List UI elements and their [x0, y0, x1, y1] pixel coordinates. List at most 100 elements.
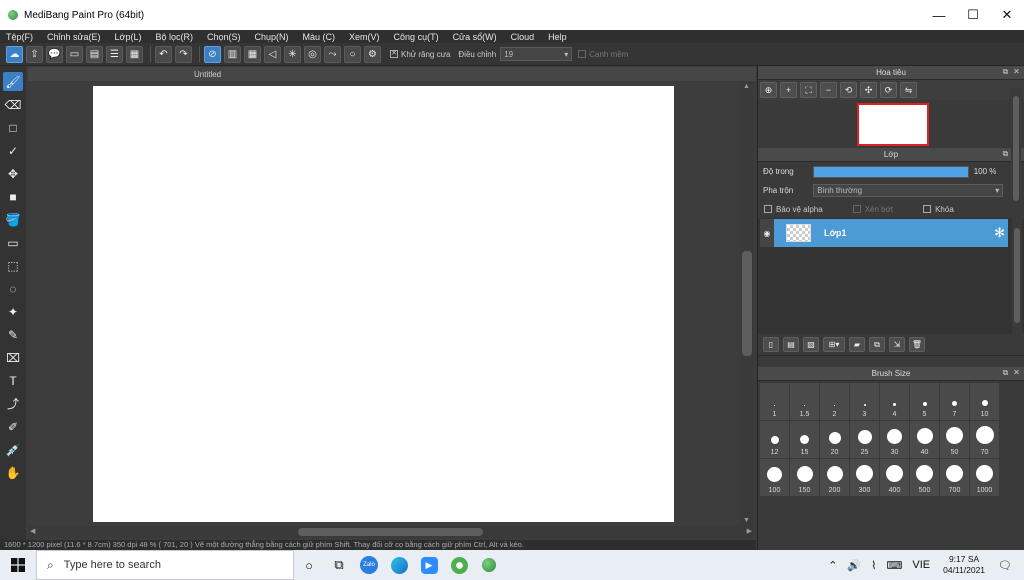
- vertical-scroll-thumb[interactable]: [742, 251, 752, 356]
- taskbar-clock[interactable]: 9:17 SA 04/11/2021: [943, 554, 985, 576]
- navigator-preview[interactable]: [758, 100, 1024, 148]
- canvas-horizontal-scrollbar[interactable]: ◀ ▶: [28, 526, 754, 538]
- zoom-fit-icon[interactable]: ⊕: [760, 82, 777, 98]
- notification-icon[interactable]: 🗨: [998, 559, 1012, 572]
- radial-snap-icon[interactable]: ✳: [284, 45, 301, 63]
- brush-size-cell[interactable]: 3: [850, 383, 879, 420]
- menu-window[interactable]: Cửa sổ(W): [453, 32, 497, 42]
- blend-mode-select[interactable]: Bình thường ▾: [813, 184, 1004, 197]
- brush-size-cell[interactable]: 4: [880, 383, 909, 420]
- undock-icon[interactable]: ⧉: [1001, 149, 1010, 159]
- brush-size-cell[interactable]: 200: [820, 459, 849, 496]
- rotate-right-icon[interactable]: ⟳: [880, 82, 897, 98]
- menu-layer[interactable]: Lớp(L): [115, 32, 142, 42]
- new-layer-icon[interactable]: ▯: [763, 337, 779, 352]
- menu-edit[interactable]: Chỉnh sửa(E): [47, 32, 101, 42]
- menu-filter[interactable]: Bộ lọc(R): [155, 32, 193, 42]
- menu-help[interactable]: Help: [548, 32, 567, 42]
- divide-tool-icon[interactable]: ✐: [3, 417, 23, 436]
- panel-close-icon[interactable]: ✕: [1012, 67, 1021, 77]
- undock-icon[interactable]: ⧉: [1001, 67, 1010, 77]
- brush-size-cell[interactable]: 40: [910, 421, 939, 458]
- zalo-icon[interactable]: Zalo: [354, 550, 384, 580]
- brush-size-cell[interactable]: 12: [760, 421, 789, 458]
- undock-icon[interactable]: ⧉: [1001, 368, 1010, 378]
- select-pen-tool-icon[interactable]: ✎: [3, 325, 23, 344]
- brush-size-cell[interactable]: 15: [790, 421, 819, 458]
- operation-tool-icon[interactable]: ⤴: [3, 394, 23, 413]
- redo-icon[interactable]: ↷: [175, 45, 192, 63]
- brush-size-cell[interactable]: 400: [880, 459, 909, 496]
- horizontal-scroll-thumb[interactable]: [298, 528, 483, 536]
- zoom-in-icon[interactable]: +: [780, 82, 797, 98]
- clipping-checkbox[interactable]: Xén bớt: [852, 205, 893, 214]
- wifi-icon[interactable]: ⌇: [871, 559, 876, 572]
- windows-start-icon[interactable]: [0, 550, 36, 580]
- menu-snap[interactable]: Chụp(N): [255, 32, 289, 42]
- snap-settings-icon[interactable]: ⚙: [364, 45, 381, 63]
- cortana-icon[interactable]: ○: [294, 550, 324, 580]
- magic-wand-tool-icon[interactable]: ✦: [3, 302, 23, 321]
- grid-snap-icon[interactable]: ▦: [244, 45, 261, 63]
- cloud-icon[interactable]: ☁: [6, 45, 23, 63]
- close-button[interactable]: ✕: [990, 0, 1024, 30]
- correction-tool-icon[interactable]: ✓: [3, 141, 23, 160]
- shape-tool-icon[interactable]: ■: [3, 187, 23, 206]
- lasso-tool-icon[interactable]: ◌: [3, 279, 23, 298]
- brush-size-cell[interactable]: 70: [970, 421, 999, 458]
- brush-size-cell[interactable]: 30: [880, 421, 909, 458]
- hand-tool-icon[interactable]: ✋: [3, 463, 23, 482]
- menu-view[interactable]: Xem(V): [349, 32, 380, 42]
- layer-list-scrollbar[interactable]: [1012, 218, 1022, 334]
- duplicate-layer-icon[interactable]: ⧉: [869, 337, 885, 352]
- add-layer-menu-icon[interactable]: ⊞▾: [823, 337, 845, 352]
- panel-close-icon[interactable]: ✕: [1012, 368, 1021, 378]
- lock-checkbox[interactable]: Khóa: [923, 205, 954, 214]
- comment-icon[interactable]: ▭: [66, 45, 83, 63]
- new-halftone-layer-icon[interactable]: ▤: [783, 337, 799, 352]
- page-list-icon[interactable]: ☰: [106, 45, 123, 63]
- layer-settings-gear-icon[interactable]: ✻: [994, 225, 1005, 241]
- text-tool-icon[interactable]: T: [3, 371, 23, 390]
- page-settings-icon[interactable]: ▦: [126, 45, 143, 63]
- new-8bit-layer-icon[interactable]: ▧: [803, 337, 819, 352]
- task-view-icon[interactable]: ⧉: [324, 550, 354, 580]
- page-icon[interactable]: ▤: [86, 45, 103, 63]
- menu-cloud[interactable]: Cloud: [511, 32, 535, 42]
- brush-size-cell[interactable]: 100: [760, 459, 789, 496]
- antialias-checkbox[interactable]: ✕ Khử răng cưa: [390, 50, 450, 59]
- medibang-taskbar-icon[interactable]: [474, 550, 504, 580]
- circle-snap-icon[interactable]: ◎: [304, 45, 321, 63]
- brush-size-cell[interactable]: 25: [850, 421, 879, 458]
- brush-size-cell[interactable]: 1000: [970, 459, 999, 496]
- menu-color[interactable]: Màu (C): [303, 32, 336, 42]
- zoom-app-icon[interactable]: ▶: [414, 550, 444, 580]
- drawing-canvas[interactable]: [93, 86, 674, 522]
- brush-size-cell[interactable]: 1.5: [790, 383, 819, 420]
- edge-browser-icon[interactable]: [384, 550, 414, 580]
- new-folder-icon[interactable]: ▰: [849, 337, 865, 352]
- chevron-up-icon[interactable]: ⌃: [828, 559, 837, 572]
- canvas-vertical-scrollbar[interactable]: ▲ ▼: [740, 81, 754, 526]
- menu-tools[interactable]: Công cụ(T): [394, 32, 439, 42]
- scroll-left-icon[interactable]: ◀: [30, 527, 35, 535]
- flip-horizontal-icon[interactable]: ⇋: [900, 82, 917, 98]
- brush-size-scrollbar[interactable]: [1011, 88, 1021, 208]
- snap-off-icon[interactable]: ⊘: [204, 45, 221, 63]
- dot-tool-icon[interactable]: □: [3, 118, 23, 137]
- menu-select[interactable]: Chọn(S): [207, 32, 241, 42]
- taskbar-search-box[interactable]: ⌕ Type here to search: [36, 550, 294, 580]
- ellipse-snap-icon[interactable]: ○: [344, 45, 361, 63]
- scroll-right-icon[interactable]: ▶: [747, 527, 752, 535]
- rotate-left-icon[interactable]: ⟲: [840, 82, 857, 98]
- parallel-snap-icon[interactable]: ▥: [224, 45, 241, 63]
- brush-size-cell[interactable]: 50: [940, 421, 969, 458]
- gradient-tool-icon[interactable]: ▭: [3, 233, 23, 252]
- reset-rotation-icon[interactable]: ✣: [860, 82, 877, 98]
- move-tool-icon[interactable]: ✥: [3, 164, 23, 183]
- select-eraser-tool-icon[interactable]: ⌧: [3, 348, 23, 367]
- menu-file[interactable]: Tệp(F): [6, 32, 33, 42]
- fill-bucket-tool-icon[interactable]: 🪣: [3, 210, 23, 229]
- navigator-thumbnail[interactable]: [857, 103, 929, 146]
- browser-green-icon[interactable]: [444, 550, 474, 580]
